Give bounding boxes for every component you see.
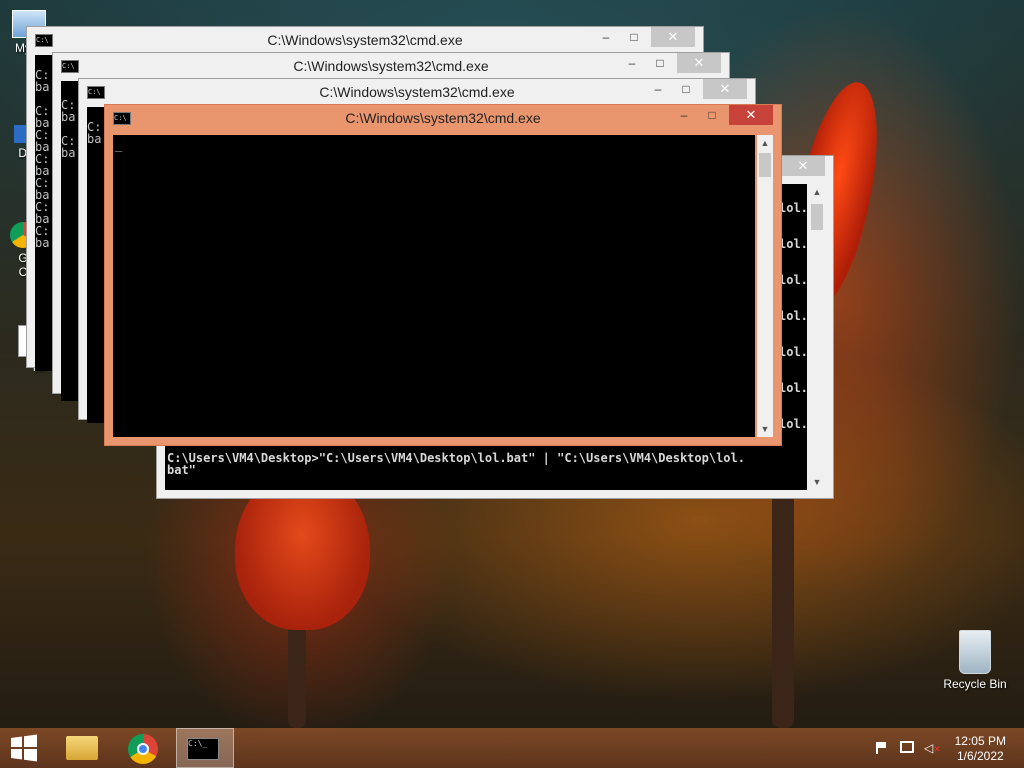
minimize-button[interactable]: – [645,79,671,99]
minimize-button[interactable]: – [671,105,697,125]
title-bar[interactable]: C:\ C:\Windows\system32\cmd.exe – □ ✕ [105,105,781,131]
chrome-icon [128,734,158,764]
minimize-button[interactable]: – [593,27,619,47]
console-output[interactable]: _ [113,135,755,437]
console-line: lol. [779,345,807,359]
action-center-flag-icon[interactable] [876,742,890,754]
lol-lines: lol. lol. lol. lol. lol. lol. lol. [779,202,807,454]
clock[interactable]: 12:05 PM 1/6/2022 [955,734,1006,764]
taskbar-file-explorer[interactable] [56,728,112,768]
title-bar[interactable]: C:\ C:\Windows\system32\cmd.exe – □ ✕ [53,53,729,79]
windows-logo-icon [11,734,37,762]
file-explorer-icon [66,736,98,760]
cmd-window-active[interactable]: C:\ C:\Windows\system32\cmd.exe – □ ✕ _ … [104,104,782,446]
close-button[interactable]: ✕ [677,53,721,73]
console-line: lol. [779,309,807,323]
taskbar: C:\_ ◁✕ 12:05 PM 1/6/2022 [0,728,1024,768]
cmd-icon: C:\_ [187,738,219,760]
close-button[interactable]: ✕ [729,105,773,125]
network-icon[interactable] [900,741,914,753]
taskbar-cmd[interactable]: C:\_ [176,728,234,768]
scroll-down-arrow[interactable]: ▼ [809,474,825,490]
console-line: lol. [779,237,807,251]
scroll-up-arrow[interactable]: ▲ [757,135,773,151]
close-button[interactable]: ✕ [703,79,747,99]
clock-date: 1/6/2022 [956,749,1004,763]
close-button[interactable]: ✕ [651,27,695,47]
console-line: lol. [779,417,807,431]
clock-time: 12:05 PM [954,734,1006,748]
vertical-scrollbar[interactable]: ▲ ▼ [809,184,825,490]
maximize-button[interactable]: □ [621,27,647,47]
title-bar[interactable]: C:\ C:\Windows\system32\cmd.exe – □ ✕ [79,79,755,105]
console-line: lol. [779,201,807,215]
minimize-button[interactable]: – [619,53,645,73]
close-button[interactable]: ✕ [781,156,825,176]
command-line-text: C:\Users\VM4\Desktop>"C:\Users\VM4\Deskt… [167,451,745,477]
console-line: lol. [779,381,807,395]
text-cursor: _ [115,138,123,152]
console-line: lol. [779,273,807,287]
desktop-icon-label: Recycle Bin [943,677,1007,691]
volume-muted-icon[interactable]: ◁✕ [924,741,941,755]
scroll-down-arrow[interactable]: ▼ [757,421,773,437]
title-bar[interactable]: C:\ C:\Windows\system32\cmd.exe – □ ✕ [27,27,703,53]
start-button[interactable] [0,728,56,768]
desktop-icon-recycle-bin[interactable]: Recycle Bin [940,630,1010,691]
maximize-button[interactable]: □ [647,53,673,73]
maximize-button[interactable]: □ [673,79,699,99]
system-tray: ◁✕ [870,728,950,768]
scroll-thumb[interactable] [759,153,771,177]
scroll-thumb[interactable] [811,204,823,230]
taskbar-chrome[interactable] [116,728,172,768]
vertical-scrollbar[interactable]: ▲ ▼ [757,135,773,437]
maximize-button[interactable]: □ [699,105,725,125]
scroll-up-arrow[interactable]: ▲ [809,184,825,200]
recycle-bin-icon [959,630,991,674]
